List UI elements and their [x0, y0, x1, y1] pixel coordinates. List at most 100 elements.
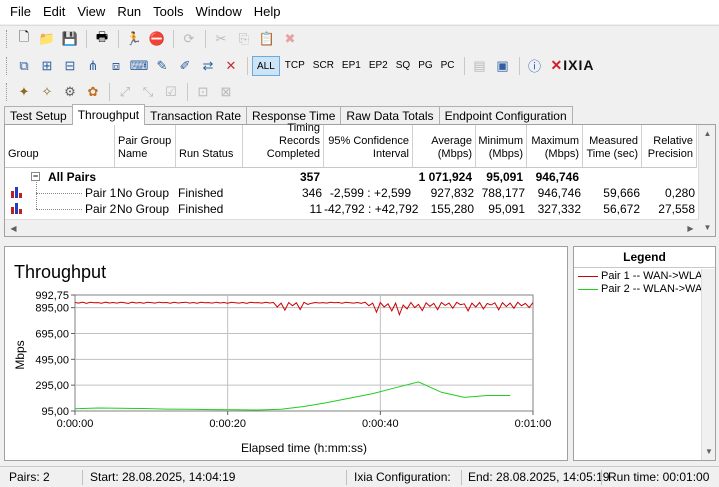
run-status: Finished	[178, 202, 224, 216]
timing-records: 11	[309, 202, 322, 216]
menu-file[interactable]: File	[4, 0, 37, 24]
tab-test-setup[interactable]: Test Setup	[4, 106, 73, 125]
col-timing-records[interactable]: Timing Records Completed	[243, 122, 324, 167]
refresh-icon[interactable]: ⟳	[178, 28, 200, 50]
y-tick-label: 495,00	[35, 354, 69, 366]
filter-scr-button[interactable]: SCR	[310, 56, 337, 76]
wizard-icon[interactable]: ✦	[13, 81, 35, 103]
confidence-interval: -2,599 : +2,599	[329, 186, 411, 200]
col-measured-time[interactable]: Measured Time (sec)	[583, 125, 642, 167]
new-file-icon[interactable]: 🗋	[13, 28, 35, 50]
table-row-all-pairs[interactable]: − All Pairs 357 1 071,924 95,091 946,746	[5, 169, 695, 185]
run-icon[interactable]: 🏃	[123, 28, 145, 50]
scroll-down-icon[interactable]: ▼	[702, 443, 716, 460]
filter-pc-button[interactable]: PC	[438, 56, 458, 76]
grid-vertical-scrollbar[interactable]: ▲ ▼	[698, 125, 715, 236]
throughput-chart: Throughput Mbps Elapsed time (h:mm:ss) 0…	[13, 262, 551, 455]
tab-raw-data-totals[interactable]: Raw Data Totals	[340, 106, 440, 125]
collapse-icon[interactable]: ⤡	[137, 81, 159, 103]
col-relative-precision[interactable]: Relative Precision	[642, 125, 697, 167]
results-grid: Group Pair Group Name Run Status Timing …	[4, 122, 716, 237]
legend-item-pair-2[interactable]: Pair 2 -- WLAN->WAN	[578, 283, 701, 295]
script-icon[interactable]: ⌨	[128, 55, 150, 77]
copy-pair-icon[interactable]: ⧈	[105, 55, 127, 77]
swap-icon[interactable]: ⇄	[197, 55, 219, 77]
scroll-right-icon[interactable]: ▶	[682, 220, 699, 237]
print-icon[interactable]: 🖶	[91, 28, 113, 50]
filter-toolbar: ⧉ ⊞ ⊟ ⋔ ⧈ ⌨ ✎ ✐ ⇄ ✕ ALL TCP SCR EP1 EP2 …	[0, 52, 719, 79]
filter-sq-button[interactable]: SQ	[393, 56, 413, 76]
scroll-left-icon[interactable]: ◀	[5, 220, 22, 237]
col-pair-group-name[interactable]: Pair Group Name	[115, 125, 176, 167]
legend-swatch	[578, 288, 598, 290]
average: 927,832	[430, 186, 474, 200]
graph-edit-icon[interactable]: ✐	[174, 55, 196, 77]
ungroup-icon[interactable]: ⊠	[215, 81, 237, 103]
y-axis-label: Mbps	[13, 340, 27, 369]
scroll-down-icon[interactable]: ▼	[699, 219, 716, 236]
stop-icon[interactable]: ⛔	[146, 28, 168, 50]
maximum: 946,746	[537, 186, 581, 200]
edit-icon[interactable]: ✎	[151, 55, 173, 77]
report-icon[interactable]: ▤	[469, 55, 491, 77]
menu-edit[interactable]: Edit	[37, 0, 71, 24]
menu-window[interactable]: Window	[190, 0, 248, 24]
check-icon[interactable]: ☑	[160, 81, 182, 103]
pair-group-name: No Group	[117, 202, 170, 216]
copy-icon[interactable]: ⎘	[233, 28, 255, 50]
timing-records: 346	[301, 186, 322, 200]
palette-icon[interactable]: ✿	[82, 81, 104, 103]
menu-help[interactable]: Help	[248, 0, 287, 24]
expand-icon[interactable]: ⤢	[114, 81, 136, 103]
filter-ep2-button[interactable]: EP2	[366, 56, 391, 76]
legend-item-pair-1[interactable]: Pair 1 -- WAN->WLAN	[578, 270, 701, 282]
scroll-up-icon[interactable]: ▲	[699, 125, 716, 142]
grid-horizontal-scrollbar[interactable]: ◀ ▶	[5, 219, 699, 236]
col-maximum[interactable]: Maximum (Mbps)	[527, 125, 583, 167]
menu-run[interactable]: Run	[111, 0, 147, 24]
col-group[interactable]: Group	[5, 125, 115, 167]
endpoint-icon[interactable]: ⊟	[59, 55, 81, 77]
settings-icon[interactable]: ⚙	[59, 81, 81, 103]
chart-title: Throughput	[14, 262, 106, 282]
col-confidence-interval[interactable]: 95% Confidence Interval	[324, 125, 413, 167]
status-bar: Pairs: 2 Start: 28.08.2025, 14:04:19 Ixi…	[0, 466, 719, 487]
filter-all-button[interactable]: ALL	[252, 55, 280, 76]
tab-transaction-rate[interactable]: Transaction Rate	[144, 106, 248, 125]
toolbar-grip[interactable]	[6, 30, 9, 48]
plot-area	[74, 294, 534, 412]
filter-ep1-button[interactable]: EP1	[339, 56, 364, 76]
collapse-toggle-icon[interactable]: −	[31, 172, 40, 181]
group-icon[interactable]: ⊡	[192, 81, 214, 103]
tab-endpoint-configuration[interactable]: Endpoint Configuration	[438, 106, 573, 125]
menu-bar: File Edit View Run Tools Window Help	[0, 0, 719, 24]
col-average[interactable]: Average (Mbps)	[413, 125, 476, 167]
tools-icon[interactable]: ✧	[36, 81, 58, 103]
all-pairs-label: All Pairs	[48, 170, 97, 184]
delete-pair-icon[interactable]: ✕	[220, 55, 242, 77]
multicast-icon[interactable]: ⊞	[36, 55, 58, 77]
filter-pg-button[interactable]: PG	[415, 56, 435, 76]
pair-add-icon[interactable]: ⧉	[13, 55, 35, 77]
col-minimum[interactable]: Minimum (Mbps)	[476, 125, 527, 167]
table-row[interactable]: Pair 1 No Group Finished 346 -2,599 : +2…	[5, 185, 695, 201]
toolbar-grip[interactable]	[6, 56, 9, 75]
col-run-status[interactable]: Run Status	[176, 125, 243, 167]
export-icon[interactable]: ▣	[492, 55, 514, 77]
legend-vertical-scrollbar[interactable]: ▼	[701, 269, 715, 460]
table-row[interactable]: Pair 2 No Group Finished 11 -42,792 : +4…	[5, 201, 695, 217]
open-folder-icon[interactable]: 📁	[36, 28, 58, 50]
tab-throughput[interactable]: Throughput	[71, 104, 146, 125]
paste-icon[interactable]: 📋	[256, 28, 278, 50]
pair-group-name: No Group	[117, 186, 170, 200]
menu-tools[interactable]: Tools	[147, 0, 189, 24]
filter-tcp-button[interactable]: TCP	[282, 56, 308, 76]
info-icon[interactable]: ⓘ	[524, 55, 546, 77]
network-icon[interactable]: ⋔	[82, 55, 104, 77]
menu-view[interactable]: View	[71, 0, 111, 24]
save-icon[interactable]: 💾	[59, 28, 81, 50]
cut-icon[interactable]: ✂	[210, 28, 232, 50]
toolbar-grip[interactable]	[6, 82, 9, 101]
y-tick-label: 895,00	[35, 303, 69, 315]
delete-icon[interactable]: ✖	[279, 28, 301, 50]
